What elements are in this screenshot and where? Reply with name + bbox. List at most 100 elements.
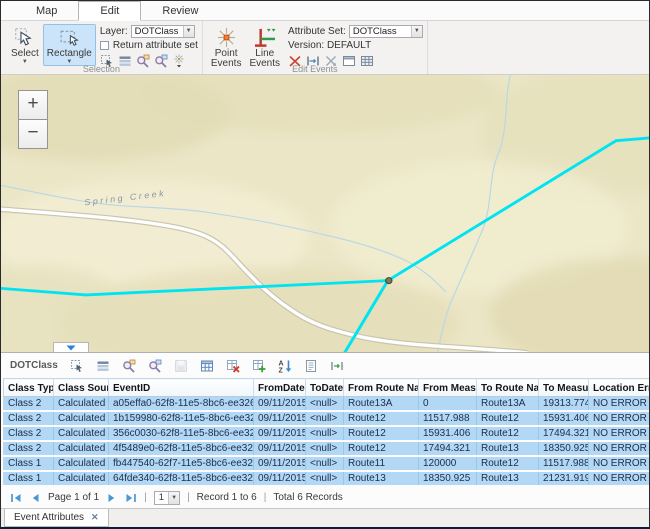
next-page-button[interactable] [106, 492, 118, 504]
route-junction-point[interactable] [386, 278, 392, 284]
table-cell[interactable]: <null> [306, 397, 344, 412]
table-cell[interactable]: Class 1 [4, 471, 54, 486]
zoom-to-selection-icon[interactable] [122, 359, 136, 373]
table-row[interactable]: Class 2Calculated356c0030-62f8-11e5-8bc6… [4, 426, 650, 441]
table-cell[interactable]: fb447540-62f7-11e5-8bc6-ee32641d5ec9 [109, 456, 254, 471]
table-cell[interactable]: Class 2 [4, 397, 54, 412]
table-cell[interactable]: 09/11/2015 [254, 471, 306, 486]
table-cell[interactable]: 64fde340-62f8-11e5-8bc6-ee32641d5ec9 [109, 471, 254, 486]
table-cell[interactable]: Class 2 [4, 411, 54, 426]
table-cell[interactable]: 356c0030-62f8-11e5-8bc6-ee32641d5ec9 [109, 426, 254, 441]
panel-collapse-button[interactable] [53, 342, 89, 352]
table-cell[interactable]: Route12 [477, 456, 539, 471]
add-event-icon[interactable] [252, 359, 266, 373]
table-cell[interactable]: 11517.988 [419, 411, 477, 426]
tab-event-attributes[interactable]: Event Attributes ✕ [4, 509, 109, 527]
table-cell[interactable]: NO ERROR [589, 426, 650, 441]
table-cell[interactable]: Calculated [54, 441, 109, 456]
table-cell[interactable]: 4f5489e0-62f8-11e5-8bc6-ee32641d5ec9 [109, 441, 254, 456]
table-cell[interactable]: Route12 [477, 426, 539, 441]
tab-edit[interactable]: Edit [78, 1, 141, 21]
table-row[interactable]: Class 1Calculated64fde340-62f8-11e5-8bc6… [4, 471, 650, 486]
table-cell[interactable]: 18350.925 [539, 441, 589, 456]
tab-review[interactable]: Review [141, 2, 219, 20]
close-icon[interactable]: ✕ [91, 512, 99, 523]
table-cell[interactable]: Route13A [477, 397, 539, 412]
delete-event-icon[interactable] [226, 359, 240, 373]
table-cell[interactable]: Calculated [54, 471, 109, 486]
table-cell[interactable]: 17494.321 [419, 441, 477, 456]
column-header-todate[interactable]: ToDate [306, 379, 344, 397]
column-header-from-route-name[interactable]: From Route Name [344, 379, 419, 397]
table-cell[interactable]: NO ERROR [589, 411, 650, 426]
table-cell[interactable]: Route11 [344, 456, 419, 471]
table-cell[interactable]: Class 2 [4, 426, 54, 441]
column-header-from-measure[interactable]: From Measure [419, 379, 477, 397]
table-row[interactable]: Class 1Calculatedfb447540-62f7-11e5-8bc6… [4, 456, 650, 471]
table-cell[interactable]: a05effa0-62f8-11e5-8bc6-ee32641d5ec9 [109, 397, 254, 412]
table-cell[interactable]: NO ERROR [589, 397, 650, 412]
table-cell[interactable]: Calculated [54, 426, 109, 441]
column-header-to-route-name[interactable]: To Route Name [477, 379, 539, 397]
table-cell[interactable]: 21231.919 [539, 471, 589, 486]
rectangle-tool-button[interactable]: Rectangle ▼ [43, 24, 96, 66]
zoom-out-button[interactable]: − [18, 119, 48, 149]
table-cell[interactable]: Route12 [344, 426, 419, 441]
table-cell[interactable]: Calculated [54, 397, 109, 412]
previous-page-button[interactable] [29, 492, 41, 504]
table-cell[interactable]: 0 [419, 397, 477, 412]
table-cell[interactable]: Route12 [344, 441, 419, 456]
column-header-class-type[interactable]: Class Type [4, 379, 54, 397]
table-cell[interactable]: 09/11/2015 [254, 441, 306, 456]
pan-to-selection-icon[interactable] [148, 359, 162, 373]
table-cell[interactable]: Route12 [477, 411, 539, 426]
table-cell[interactable]: Route13 [477, 471, 539, 486]
sort-icon[interactable]: AZ [278, 359, 292, 373]
table-cell[interactable]: <null> [306, 411, 344, 426]
table-cell[interactable]: 09/11/2015 [254, 397, 306, 412]
table-cell[interactable]: 09/11/2015 [254, 411, 306, 426]
select-tool-button[interactable]: Select ▼ [7, 24, 43, 66]
layer-select[interactable]: DOTClass ▼ [131, 25, 195, 38]
table-cell[interactable]: <null> [306, 426, 344, 441]
table-cell[interactable]: 15931.406 [539, 411, 589, 426]
measure-icon[interactable] [330, 359, 344, 373]
table-cell[interactable]: Route13 [477, 441, 539, 456]
form-view-icon[interactable] [304, 359, 318, 373]
table-cell[interactable]: 1b159980-62f8-11e5-8bc6-ee32641d5ec9 [109, 411, 254, 426]
table-row[interactable]: Class 2Calculated4f5489e0-62f8-11e5-8bc6… [4, 441, 650, 456]
table-cell[interactable]: <null> [306, 441, 344, 456]
table-cell[interactable]: Route13 [344, 471, 419, 486]
table-row[interactable]: Class 2Calculateda05effa0-62f8-11e5-8bc6… [4, 397, 650, 412]
select-rectangle-icon[interactable] [70, 359, 84, 373]
table-cell[interactable]: Class 1 [4, 456, 54, 471]
table-cell[interactable]: Class 2 [4, 441, 54, 456]
tab-map[interactable]: Map [15, 2, 78, 20]
map-canvas[interactable]: Spring Creek + − [1, 75, 649, 352]
column-header-fromdate[interactable]: FromDate [254, 379, 306, 397]
table-cell[interactable]: 09/11/2015 [254, 456, 306, 471]
chevron-down-icon[interactable]: ▼ [183, 26, 194, 37]
zoom-in-button[interactable]: + [18, 90, 48, 120]
table-cell[interactable]: 120000 [419, 456, 477, 471]
column-header-to-measure[interactable]: To Measure [539, 379, 589, 397]
table-cell[interactable]: NO ERROR [589, 456, 650, 471]
table-cell[interactable]: 17494.321 [539, 426, 589, 441]
table-cell[interactable]: 18350.925 [419, 471, 477, 486]
column-header-eventid[interactable]: EventID [109, 379, 254, 397]
show-selection-icon[interactable] [96, 359, 110, 373]
table-cell[interactable]: NO ERROR [589, 441, 650, 456]
last-page-button[interactable] [125, 492, 137, 504]
table-cell[interactable]: Calculated [54, 411, 109, 426]
first-page-button[interactable] [10, 492, 22, 504]
table-cell[interactable]: Calculated [54, 456, 109, 471]
attribute-table-icon[interactable] [200, 359, 214, 373]
column-header-class-source[interactable]: Class Source [54, 379, 109, 397]
table-cell[interactable]: 11517.988 [539, 456, 589, 471]
table-cell[interactable]: 15931.406 [419, 426, 477, 441]
chevron-down-icon[interactable]: ▼ [411, 26, 422, 37]
table-row[interactable]: Class 2Calculated1b159980-62f8-11e5-8bc6… [4, 411, 650, 426]
table-cell[interactable]: <null> [306, 471, 344, 486]
table-cell[interactable]: 19313.774 [539, 397, 589, 412]
table-cell[interactable]: NO ERROR [589, 471, 650, 486]
